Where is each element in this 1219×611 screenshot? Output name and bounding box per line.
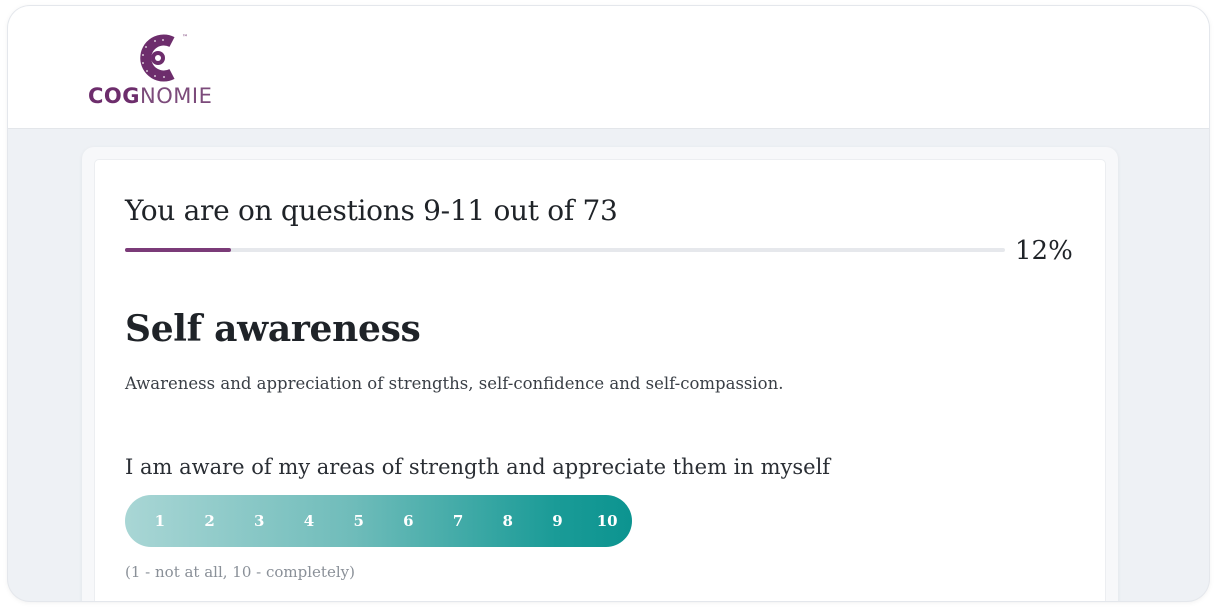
rating-option-3[interactable]: 3 <box>234 495 284 547</box>
logo-wordmark: COGNOMIE <box>88 84 212 108</box>
rating-option-8[interactable]: 8 <box>483 495 533 547</box>
logo-wordmark-bold: COG <box>88 84 141 108</box>
rating-option-4[interactable]: 4 <box>284 495 334 547</box>
rating-option-10[interactable]: 10 <box>582 495 632 547</box>
progress-title: You are on questions 9-11 out of 73 <box>125 194 618 227</box>
scale-hint: (1 - not at all, 10 - completely) <box>125 563 355 581</box>
rating-option-2[interactable]: 2 <box>185 495 235 547</box>
rating-option-1[interactable]: 1 <box>135 495 185 547</box>
section-description: Awareness and appreciation of strengths,… <box>125 374 784 393</box>
progress-percent: 12% <box>1015 236 1073 266</box>
rating-option-7[interactable]: 7 <box>433 495 483 547</box>
rating-option-6[interactable]: 6 <box>384 495 434 547</box>
app-window: ™ COGNOMIE You are on questions 9-11 out… <box>8 6 1209 601</box>
logo-wordmark-light: NOMIE <box>140 84 213 108</box>
cognomie-logo[interactable]: ™ COGNOMIE <box>88 26 228 110</box>
section-title: Self awareness <box>125 308 421 350</box>
rating-option-5[interactable]: 5 <box>334 495 384 547</box>
trademark-symbol: ™ <box>182 34 188 41</box>
rating-scale: 1 2 3 4 5 6 7 8 9 10 <box>125 495 632 547</box>
progress-bar <box>125 248 1005 252</box>
assessment-card: You are on questions 9-11 out of 73 12% … <box>95 160 1105 601</box>
progress-bar-fill <box>125 248 231 252</box>
cognomie-logo-icon: ™ <box>140 34 188 82</box>
header: ™ COGNOMIE <box>8 6 1209 129</box>
question-text: I am aware of my areas of strength and a… <box>125 455 831 479</box>
assessment-card-container: You are on questions 9-11 out of 73 12% … <box>82 147 1118 601</box>
rating-option-9[interactable]: 9 <box>533 495 583 547</box>
